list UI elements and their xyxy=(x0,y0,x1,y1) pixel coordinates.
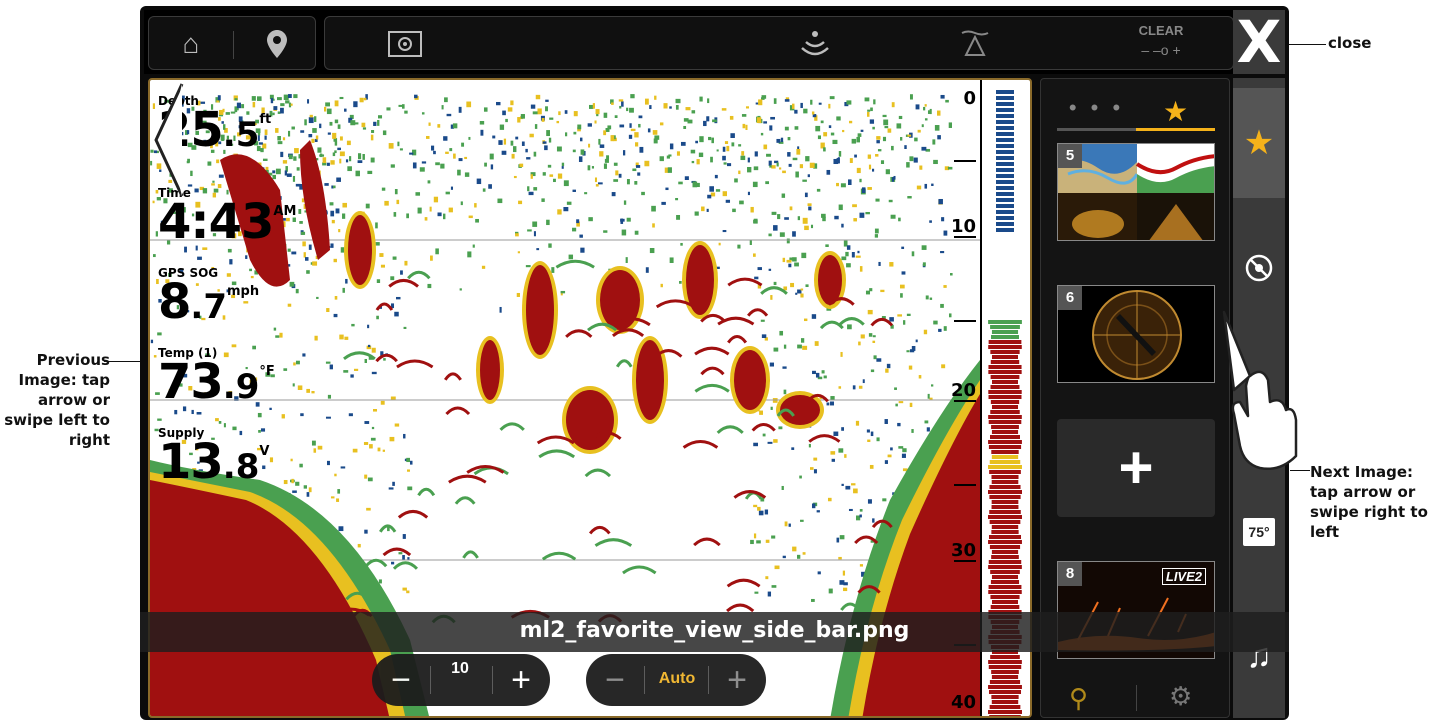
close-callout: close xyxy=(1328,34,1372,52)
status-bar-group xyxy=(324,16,1234,70)
settings-gear-icon[interactable]: ⚙ xyxy=(1169,681,1192,712)
tab-favorites[interactable]: ★ xyxy=(1136,95,1215,131)
favorites-tabs: • • • ★ xyxy=(1057,95,1215,135)
range-control: − 10 + xyxy=(372,654,550,706)
water-clarity-icon[interactable] xyxy=(945,17,1005,77)
sensitivity-plus-button[interactable]: + xyxy=(712,654,762,706)
previous-leader-line xyxy=(104,361,144,362)
range-plus-button[interactable]: + xyxy=(496,654,546,706)
supply-readout: Supply 13.8V xyxy=(158,426,270,490)
clear-slider[interactable]: – –o + xyxy=(1126,42,1196,58)
sonar-icon[interactable] xyxy=(785,17,845,76)
pin-icon[interactable]: ⚲ xyxy=(1069,683,1088,714)
nav-button-group: ⌂ xyxy=(148,16,316,70)
favorite-view-card[interactable]: 5 xyxy=(1057,143,1215,241)
depth-tick-label: 10 xyxy=(950,216,976,237)
sonar-settings-icon[interactable] xyxy=(375,17,435,75)
depth-tick-label: 20 xyxy=(950,380,976,401)
previous-image-callout: Previous Image: tap arrow or swipe left … xyxy=(4,351,110,449)
live2-badge: LIVE2 xyxy=(1161,568,1206,585)
gps-sog-readout: GPS SOG 8.7mph xyxy=(158,266,260,330)
home-icon[interactable]: ⌂ xyxy=(159,17,223,71)
rail-favorites-star-icon[interactable]: ★ xyxy=(1233,88,1285,198)
waypoint-icon[interactable] xyxy=(245,17,309,77)
sensitivity-control: − Auto + xyxy=(586,654,766,706)
depth-tick-label: 30 xyxy=(950,540,976,561)
next-swipe-hand-icon[interactable] xyxy=(1210,306,1300,476)
range-value: 10 xyxy=(451,660,469,677)
add-favorite-button[interactable]: + xyxy=(1057,419,1215,517)
filename-label: ml2_favorite_view_side_bar.png xyxy=(519,618,910,643)
next-image-callout: Next Image: tap arrow or swipe right to … xyxy=(1310,463,1428,541)
rail-sonar-cone-icon[interactable] xyxy=(1233,240,1285,296)
top-toolbar: ⌂ CLEAR – –o + xyxy=(144,10,1285,74)
tab-more[interactable]: • • • xyxy=(1057,95,1136,131)
close-icon: X xyxy=(1236,8,1282,76)
filename-overlay: ml2_favorite_view_side_bar.png xyxy=(140,612,1289,652)
sensitivity-value: Auto xyxy=(658,670,696,687)
temp-readout: Temp (1) 73.9°F xyxy=(158,346,275,410)
favorite-number: 6 xyxy=(1058,286,1082,310)
previous-arrow-icon[interactable] xyxy=(150,80,190,200)
depth-tick-label: 40 xyxy=(950,692,976,713)
water-temp-badge[interactable]: 75° xyxy=(1243,518,1275,546)
favorite-number: 8 xyxy=(1058,562,1082,586)
range-minus-button[interactable]: − xyxy=(376,654,426,706)
chartplotter-device: ⌂ CLEAR – –o + X Depth 25.5ft xyxy=(140,6,1298,720)
favorite-view-card[interactable]: 6 xyxy=(1057,285,1215,383)
close-button[interactable]: X xyxy=(1233,10,1285,74)
sensitivity-minus-button[interactable]: − xyxy=(590,654,640,706)
clear-label: CLEAR xyxy=(1138,23,1184,38)
favorite-number: 5 xyxy=(1058,144,1082,168)
depth-tick-label: 0 xyxy=(963,88,976,109)
favorites-footer: ⚲ ⚙ xyxy=(1041,679,1231,719)
